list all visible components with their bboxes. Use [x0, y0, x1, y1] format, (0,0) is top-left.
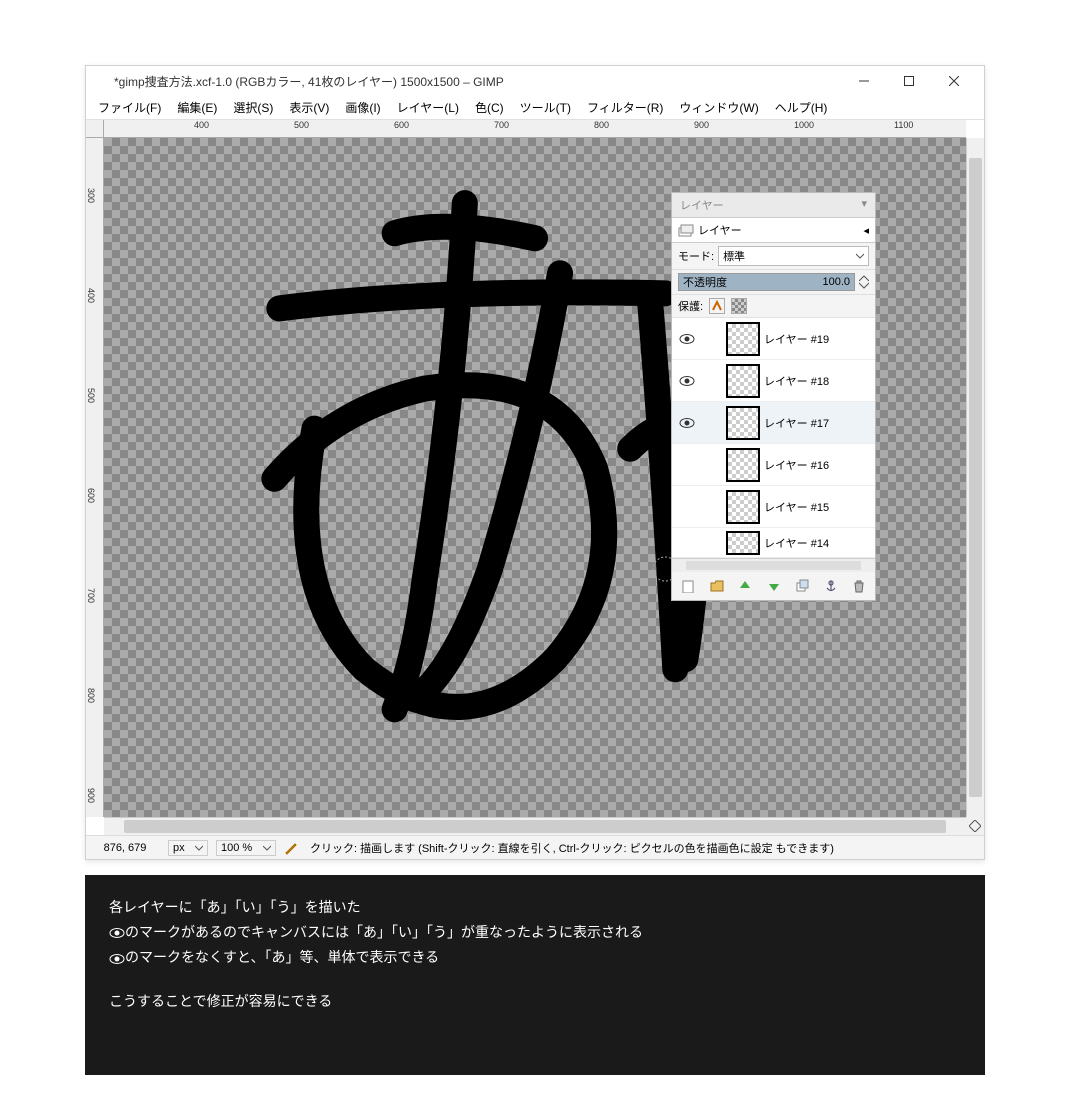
layer-row[interactable]: レイヤー #15 — [672, 486, 875, 528]
navigation-corner[interactable] — [966, 817, 984, 835]
layer-row[interactable]: レイヤー #16 — [672, 444, 875, 486]
eye-icon — [109, 927, 125, 939]
horizontal-ruler[interactable]: 400 500 600 700 800 900 1000 1100 — [104, 120, 966, 138]
titlebar[interactable]: *gimp捜査方法.xcf-1.0 (RGBカラー, 41枚のレイヤー) 150… — [86, 66, 984, 96]
lock-alpha-icon[interactable] — [731, 298, 747, 314]
stepper-down-icon[interactable] — [859, 282, 869, 289]
unit-selector[interactable]: px — [168, 840, 208, 856]
anchor-layer-button[interactable] — [821, 576, 841, 596]
layers-icon — [678, 223, 694, 237]
raise-layer-button[interactable] — [735, 576, 755, 596]
delete-layer-button[interactable] — [849, 576, 869, 596]
layer-row[interactable]: レイヤー #14 — [672, 528, 875, 558]
chevron-down-icon — [195, 844, 203, 852]
horizontal-scrollbar[interactable] — [104, 817, 966, 835]
layer-row[interactable]: レイヤー #17 — [672, 402, 875, 444]
layer-thumbnail[interactable] — [726, 531, 760, 555]
opacity-row: 不透明度 100.0 — [672, 270, 875, 295]
chevron-down-icon — [856, 252, 864, 260]
menu-file[interactable]: ファイル(F) — [90, 97, 169, 118]
menu-filters[interactable]: フィルター(R) — [579, 97, 671, 118]
close-button[interactable] — [931, 67, 976, 95]
menu-image[interactable]: 画像(I) — [337, 97, 388, 118]
menu-layer[interactable]: レイヤー(L) — [389, 97, 467, 118]
gimp-main-window: *gimp捜査方法.xcf-1.0 (RGBカラー, 41枚のレイヤー) 150… — [85, 65, 985, 860]
menu-select[interactable]: 選択(S) — [225, 97, 281, 118]
new-layer-button[interactable] — [678, 576, 698, 596]
eye-icon[interactable] — [679, 375, 695, 387]
menu-view[interactable]: 表示(V) — [281, 97, 337, 118]
eye-icon[interactable] — [679, 417, 695, 429]
caption-line: 各レイヤーに「あ」「い」「う」を描いた — [109, 895, 961, 920]
stepper-up-icon[interactable] — [859, 275, 869, 282]
eye-icon[interactable] — [679, 333, 695, 345]
ruler-origin[interactable] — [86, 120, 104, 138]
menu-colors[interactable]: 色(C) — [467, 97, 512, 118]
lower-layer-button[interactable] — [764, 576, 784, 596]
layers-tab[interactable]: レイヤー ◂ — [672, 218, 875, 243]
caption-line: のマークがあるのでキャンバスには「あ」「い」「う」が重なったように表示される — [109, 920, 961, 945]
blend-mode-row: モード: 標準 — [672, 243, 875, 270]
paintbrush-icon — [284, 841, 298, 855]
opacity-slider[interactable]: 不透明度 100.0 — [678, 273, 855, 291]
eye-icon — [109, 953, 125, 965]
statusbar: 876, 679 px 100 % クリック: 描画します (Shift-クリッ… — [86, 835, 984, 859]
minimize-button[interactable] — [841, 67, 886, 95]
duplicate-layer-button[interactable] — [792, 576, 812, 596]
vertical-ruler[interactable]: 300 400 500 600 700 800 900 — [86, 138, 104, 817]
menu-edit[interactable]: 編集(E) — [169, 97, 225, 118]
lock-row: 保護: — [672, 295, 875, 318]
window-title: *gimp捜査方法.xcf-1.0 (RGBカラー, 41枚のレイヤー) 150… — [94, 73, 841, 90]
dock-title[interactable]: レイヤー ▾ — [672, 193, 875, 218]
tab-arrow-icon[interactable]: ◂ — [863, 224, 869, 237]
opacity-stepper[interactable] — [859, 275, 869, 289]
layer-thumbnail[interactable] — [726, 322, 760, 356]
workspace: 400 500 600 700 800 900 1000 1100 300 40… — [86, 120, 984, 835]
dock-menu-icon[interactable]: ▾ — [861, 197, 867, 213]
layer-thumbnail[interactable] — [726, 406, 760, 440]
menu-windows[interactable]: ウィンドウ(W) — [671, 97, 766, 118]
layer-row[interactable]: レイヤー #18 — [672, 360, 875, 402]
layer-thumbnail[interactable] — [726, 364, 760, 398]
caption-line: のマークをなくすと、「あ」等、単体で表示できる — [109, 945, 961, 970]
caption-line: こうすることで修正が容易にできる — [109, 989, 961, 1014]
layer-list-scrollbar[interactable] — [672, 558, 875, 572]
layers-dock[interactable]: レイヤー ▾ レイヤー ◂ モード: 標準 不透明度 100.0 — [671, 192, 876, 601]
blend-mode-select[interactable]: 標準 — [718, 246, 869, 266]
layer-thumbnail[interactable] — [726, 490, 760, 524]
layer-group-button[interactable] — [707, 576, 727, 596]
menubar: ファイル(F) 編集(E) 選択(S) 表示(V) 画像(I) レイヤー(L) … — [86, 96, 984, 120]
cursor-coordinates: 876, 679 — [90, 842, 160, 854]
layer-list[interactable]: レイヤー #19 レイヤー #18 レイヤー #17 — [672, 318, 875, 558]
vertical-scrollbar[interactable] — [966, 138, 984, 817]
menu-help[interactable]: ヘルプ(H) — [767, 97, 836, 118]
tool-hint: クリック: 描画します (Shift-クリック: 直線を引く, Ctrl-クリッ… — [306, 840, 980, 856]
chevron-down-icon — [263, 844, 271, 852]
layer-action-buttons — [672, 572, 875, 600]
zoom-selector[interactable]: 100 % — [216, 840, 276, 856]
menu-tools[interactable]: ツール(T) — [512, 97, 579, 118]
layer-row[interactable]: レイヤー #19 — [672, 318, 875, 360]
lock-pixels-icon[interactable] — [709, 298, 725, 314]
maximize-button[interactable] — [886, 67, 931, 95]
caption-box: 各レイヤーに「あ」「い」「う」を描いた のマークがあるのでキャンバスには「あ」「… — [85, 875, 985, 1075]
window-controls — [841, 67, 976, 95]
layer-thumbnail[interactable] — [726, 448, 760, 482]
